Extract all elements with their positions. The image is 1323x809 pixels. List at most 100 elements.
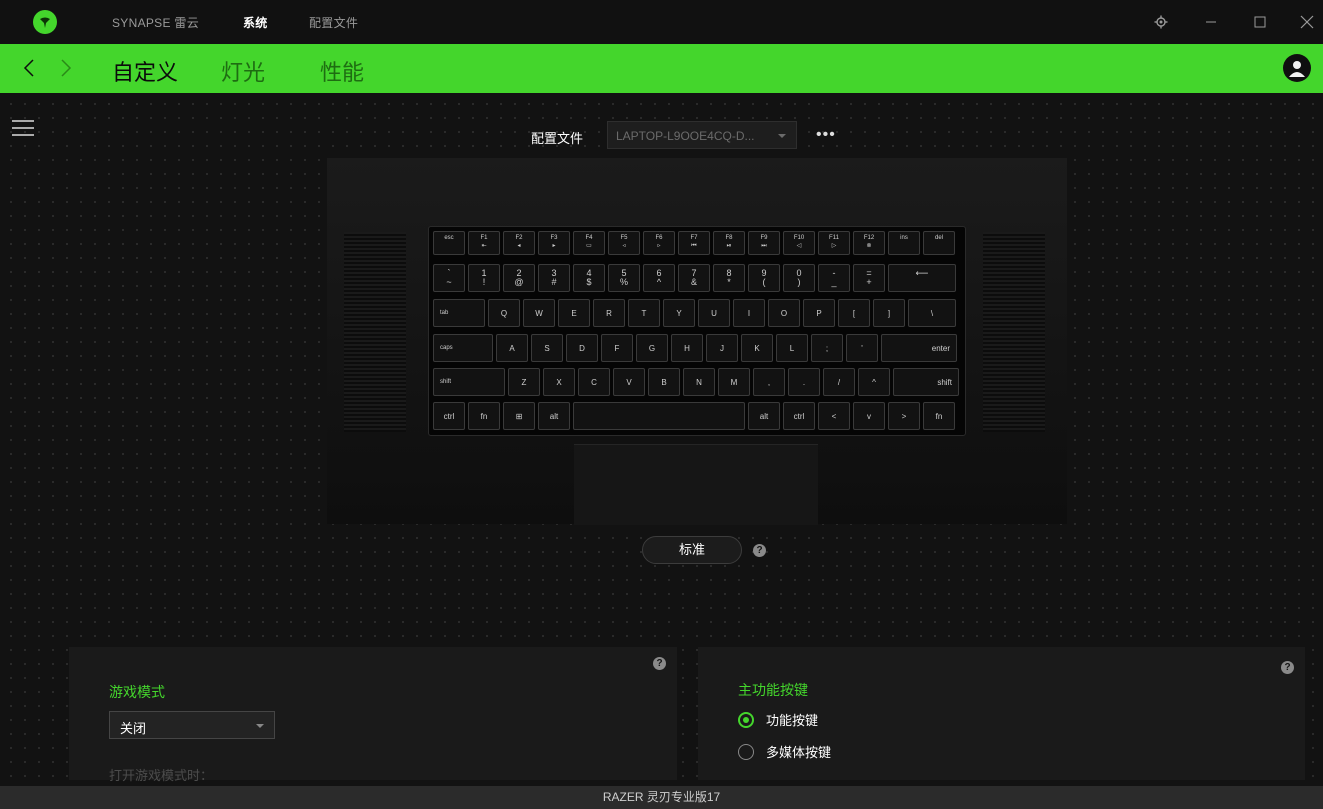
key[interactable]: F2 ◂: [503, 231, 535, 255]
key[interactable]: esc: [433, 231, 465, 255]
key[interactable]: del: [923, 231, 955, 255]
key[interactable]: Y: [663, 299, 695, 327]
close-icon[interactable]: [1295, 10, 1319, 34]
key[interactable]: fn: [468, 402, 500, 430]
minimize-icon[interactable]: [1199, 10, 1223, 34]
key[interactable]: R: [593, 299, 625, 327]
settings-gear-icon[interactable]: [1149, 10, 1173, 34]
function-keys-help-icon[interactable]: ?: [1281, 661, 1294, 674]
tab-profiles[interactable]: 配置文件: [309, 14, 358, 31]
key[interactable]: /: [823, 368, 855, 396]
key[interactable]: 8 *: [713, 264, 745, 292]
key[interactable]: H: [671, 334, 703, 362]
hamburger-menu-icon[interactable]: [12, 120, 34, 136]
key[interactable]: B: [648, 368, 680, 396]
key[interactable]: F4 ▭: [573, 231, 605, 255]
key[interactable]: 1!: [468, 264, 500, 292]
game-mode-help-icon[interactable]: ?: [653, 657, 666, 670]
key[interactable]: ,: [753, 368, 785, 396]
key[interactable]: = +: [853, 264, 885, 292]
key[interactable]: K: [741, 334, 773, 362]
maximize-icon[interactable]: [1248, 10, 1272, 34]
key[interactable]: ins: [888, 231, 920, 255]
key[interactable]: 5%: [608, 264, 640, 292]
key[interactable]: alt: [538, 402, 570, 430]
key[interactable]: W: [523, 299, 555, 327]
key[interactable]: \: [908, 299, 956, 327]
key[interactable]: F9 ⏭: [748, 231, 780, 255]
key[interactable]: F7 ⏮: [678, 231, 710, 255]
key[interactable]: >: [888, 402, 920, 430]
key[interactable]: 7 &: [678, 264, 710, 292]
key[interactable]: U: [698, 299, 730, 327]
key[interactable]: L: [776, 334, 808, 362]
key[interactable]: N: [683, 368, 715, 396]
forward-arrow-icon[interactable]: [55, 56, 75, 80]
key[interactable]: F12 ⊗: [853, 231, 885, 255]
keyboard-mode-button[interactable]: 标准: [642, 536, 742, 564]
key[interactable]: F10 ◁: [783, 231, 815, 255]
key[interactable]: shift: [433, 368, 505, 396]
key[interactable]: shift: [893, 368, 959, 396]
razer-logo-icon[interactable]: [33, 10, 57, 34]
key[interactable]: 0): [783, 264, 815, 292]
key[interactable]: F11 ▷: [818, 231, 850, 255]
key[interactable]: O: [768, 299, 800, 327]
key[interactable]: 9(: [748, 264, 780, 292]
key[interactable]: E: [558, 299, 590, 327]
tab-performance[interactable]: 性能: [320, 55, 364, 87]
key[interactable]: 4 $: [573, 264, 605, 292]
key[interactable]: .: [788, 368, 820, 396]
key[interactable]: G: [636, 334, 668, 362]
key[interactable]: ^: [858, 368, 890, 396]
radio-unselected-icon[interactable]: [738, 743, 754, 760]
key[interactable]: Z: [508, 368, 540, 396]
radio-function-keys[interactable]: 功能按键: [738, 710, 818, 729]
profile-dropdown[interactable]: LAPTOP-L9OOE4CQ-D...: [607, 121, 797, 149]
key[interactable]: fn: [923, 402, 955, 430]
key[interactable]: D: [566, 334, 598, 362]
key[interactable]: [: [838, 299, 870, 327]
game-mode-dropdown[interactable]: 关闭: [109, 711, 275, 739]
tab-system[interactable]: 系统: [243, 14, 268, 31]
key[interactable]: X: [543, 368, 575, 396]
tab-lighting[interactable]: 灯光: [221, 55, 265, 87]
key[interactable]: Q: [488, 299, 520, 327]
key[interactable]: ctrl: [433, 402, 465, 430]
key[interactable]: v: [853, 402, 885, 430]
key[interactable]: V: [613, 368, 645, 396]
radio-multimedia-keys[interactable]: 多媒体按键: [738, 742, 831, 761]
key[interactable]: ⟵: [888, 264, 956, 292]
more-options-icon[interactable]: •••: [816, 126, 836, 144]
key[interactable]: alt: [748, 402, 780, 430]
key[interactable]: M: [718, 368, 750, 396]
key[interactable]: A: [496, 334, 528, 362]
key[interactable]: enter: [881, 334, 957, 362]
key[interactable]: caps: [433, 334, 493, 362]
key[interactable]: <: [818, 402, 850, 430]
key[interactable]: ⊞: [503, 402, 535, 430]
key[interactable]: S: [531, 334, 563, 362]
key[interactable]: ` ~: [433, 264, 465, 292]
key[interactable]: [573, 402, 745, 430]
mode-help-icon[interactable]: ?: [753, 544, 766, 557]
key[interactable]: F5 ◃: [608, 231, 640, 255]
key[interactable]: ;: [811, 334, 843, 362]
user-avatar-icon[interactable]: [1283, 54, 1311, 82]
key[interactable]: - _: [818, 264, 850, 292]
key[interactable]: F1 ⇤: [468, 231, 500, 255]
key[interactable]: T: [628, 299, 660, 327]
key[interactable]: 3 #: [538, 264, 570, 292]
tab-customize[interactable]: 自定义: [112, 55, 178, 87]
key[interactable]: ]: [873, 299, 905, 327]
key[interactable]: ': [846, 334, 878, 362]
key[interactable]: 2 @: [503, 264, 535, 292]
key[interactable]: F8 ⏯: [713, 231, 745, 255]
key[interactable]: C: [578, 368, 610, 396]
back-arrow-icon[interactable]: [20, 56, 40, 80]
key[interactable]: F: [601, 334, 633, 362]
key[interactable]: J: [706, 334, 738, 362]
key[interactable]: ctrl: [783, 402, 815, 430]
key[interactable]: I: [733, 299, 765, 327]
key[interactable]: P: [803, 299, 835, 327]
